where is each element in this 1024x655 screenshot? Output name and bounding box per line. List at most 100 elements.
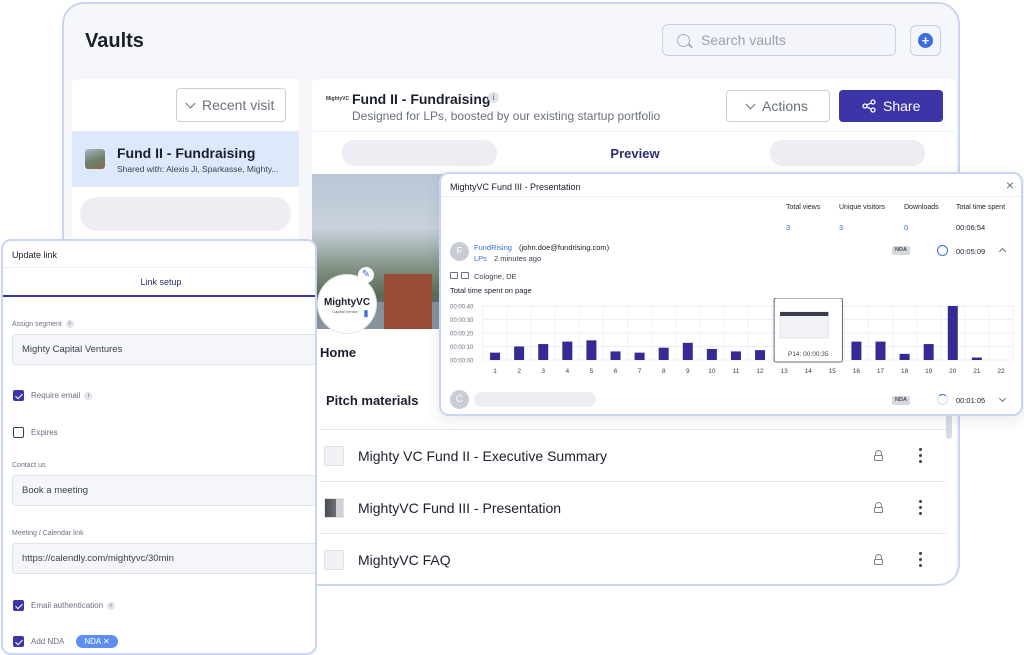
vault-list-item[interactable]: Fund II - Fundraising Shared with: Alexi… bbox=[72, 131, 299, 187]
x-tick-label: 5 bbox=[590, 368, 594, 375]
tab-preview[interactable]: Preview bbox=[592, 146, 678, 161]
actions-label: Actions bbox=[762, 98, 808, 114]
nda-chip[interactable]: NDA ✕ bbox=[76, 635, 118, 648]
chart-bar[interactable] bbox=[923, 344, 934, 360]
x-tick-label: 10 bbox=[708, 368, 716, 375]
stat-header-views: Total views bbox=[786, 204, 821, 211]
stat-header-visitors: Unique visitors bbox=[839, 204, 885, 211]
info-icon[interactable]: i bbox=[488, 92, 499, 103]
x-tick-label: 22 bbox=[997, 368, 1005, 375]
document-title: Mighty VC Fund II - Executive Summary bbox=[358, 448, 607, 464]
chevron-down-icon bbox=[185, 98, 196, 109]
document-title: MightyVC FAQ bbox=[358, 552, 451, 568]
chart-bar[interactable] bbox=[971, 357, 982, 360]
search-input[interactable] bbox=[701, 30, 881, 50]
visitor-location: Cologne, DE bbox=[474, 272, 517, 281]
x-tick-label: 18 bbox=[901, 368, 909, 375]
visitor-segment[interactable]: LPs bbox=[474, 254, 487, 263]
email-auth-label: Email authentication i bbox=[31, 601, 116, 610]
chart-bar[interactable] bbox=[947, 306, 958, 360]
x-tick-label: 3 bbox=[541, 368, 545, 375]
chart-label: Total time spent on page bbox=[450, 286, 532, 295]
more-vertical-icon[interactable] bbox=[914, 550, 928, 568]
chart-bar[interactable] bbox=[514, 346, 525, 361]
pencil-icon[interactable]: ✎ bbox=[358, 267, 374, 283]
info-icon[interactable]: i bbox=[65, 320, 74, 328]
document-thumbnail bbox=[324, 446, 344, 466]
chevron-up-icon[interactable] bbox=[998, 247, 1007, 256]
recent-visit-dropdown[interactable]: Recent visit bbox=[176, 88, 286, 122]
stat-header-downloads: Downloads bbox=[904, 204, 939, 211]
fund-subtitle: Designed for LPs, boosted by our existin… bbox=[352, 109, 661, 123]
visitor-name[interactable]: FundRising bbox=[474, 243, 512, 252]
document-row[interactable]: Mighty VC Fund II - Executive Summary bbox=[320, 429, 946, 481]
stat-value-time: 00:06:54 bbox=[956, 223, 986, 232]
analytics-popup: MightyVC Fund III - Presentation × Total… bbox=[439, 172, 1023, 416]
document-thumbnail bbox=[324, 498, 344, 518]
time-per-page-chart: 00:00:00 00:00:10 00:00:20 00:00:30 00:00:40… bbox=[450, 298, 1014, 375]
meeting-link-label: Meeting / Calendar link bbox=[12, 530, 84, 537]
chart-bar[interactable] bbox=[658, 347, 669, 360]
share-label: Share bbox=[883, 98, 921, 114]
plus-icon: + bbox=[918, 33, 933, 48]
chart-bar[interactable] bbox=[490, 352, 501, 360]
chart-bar[interactable] bbox=[586, 340, 597, 360]
tab-link-setup[interactable]: Link setup bbox=[3, 277, 315, 287]
recent-visit-label: Recent visit bbox=[202, 97, 275, 113]
tab-skeleton bbox=[342, 140, 497, 166]
require-email-checkbox[interactable] bbox=[13, 390, 24, 401]
share-button[interactable]: Share bbox=[839, 90, 943, 122]
visitor-duration: 00:01:05 bbox=[956, 396, 986, 405]
chart-bar[interactable] bbox=[755, 350, 766, 360]
assign-segment-field[interactable] bbox=[12, 334, 315, 365]
info-icon[interactable]: i bbox=[84, 391, 93, 400]
chart-bar[interactable] bbox=[899, 353, 910, 360]
stat-header-time: Total time spent bbox=[956, 204, 1006, 211]
document-row[interactable]: MightyVC FAQ bbox=[320, 533, 946, 584]
chevron-down-icon[interactable] bbox=[998, 394, 1007, 403]
add-nda-checkbox[interactable] bbox=[13, 636, 24, 647]
device-icon bbox=[450, 272, 470, 281]
search-box[interactable] bbox=[662, 24, 896, 56]
x-tick-label: 7 bbox=[638, 368, 642, 375]
more-vertical-icon[interactable] bbox=[914, 498, 928, 516]
email-auth-text: Email authentication bbox=[31, 601, 104, 610]
add-vault-button[interactable]: + bbox=[910, 25, 941, 56]
x-tick-label: 9 bbox=[686, 368, 690, 375]
divider bbox=[3, 267, 315, 268]
x-tick-label: 4 bbox=[566, 368, 570, 375]
close-icon[interactable]: × bbox=[1003, 178, 1017, 192]
chart-bar[interactable] bbox=[610, 351, 621, 360]
panel-title: Update link bbox=[12, 250, 58, 260]
chart-bar[interactable] bbox=[562, 341, 573, 360]
chart-bar[interactable] bbox=[538, 344, 549, 360]
chart-bar[interactable] bbox=[634, 352, 645, 360]
avatar: C bbox=[450, 390, 469, 409]
vault-item-shared: Shared with: Alexis Ji, Sparkasse, Might… bbox=[117, 164, 279, 174]
chart-bar[interactable] bbox=[851, 341, 862, 360]
trash-icon[interactable]: ▮ bbox=[358, 305, 374, 321]
actions-dropdown[interactable]: Actions bbox=[726, 90, 830, 122]
info-icon[interactable]: i bbox=[107, 601, 116, 610]
more-vertical-icon[interactable] bbox=[914, 446, 928, 464]
stat-value-visitors: 3 bbox=[839, 223, 844, 232]
y-tick-label: 00:00:30 bbox=[450, 318, 474, 324]
document-thumbnail bbox=[324, 550, 344, 570]
email-auth-checkbox[interactable] bbox=[13, 600, 24, 611]
x-tick-label: 19 bbox=[925, 368, 933, 375]
y-tick-label: 00:00:20 bbox=[450, 332, 474, 338]
page-thumbnail-header bbox=[780, 312, 829, 316]
chart-bar[interactable] bbox=[706, 348, 717, 360]
expires-checkbox[interactable] bbox=[13, 427, 24, 438]
y-tick-label: 00:00:10 bbox=[450, 345, 474, 351]
tooltip-label: P14: 00:00:35 bbox=[788, 351, 829, 358]
stat-value-views: 3 bbox=[786, 223, 791, 232]
chart-bar[interactable] bbox=[730, 351, 741, 360]
contact-us-field[interactable] bbox=[12, 475, 315, 506]
chart-bar[interactable] bbox=[682, 342, 693, 360]
chart-bar[interactable] bbox=[875, 341, 886, 360]
divider bbox=[312, 131, 956, 132]
document-row[interactable]: MightyVC Fund III - Presentation bbox=[320, 481, 946, 533]
skeleton-item bbox=[80, 197, 291, 231]
meeting-link-field[interactable] bbox=[12, 543, 315, 574]
